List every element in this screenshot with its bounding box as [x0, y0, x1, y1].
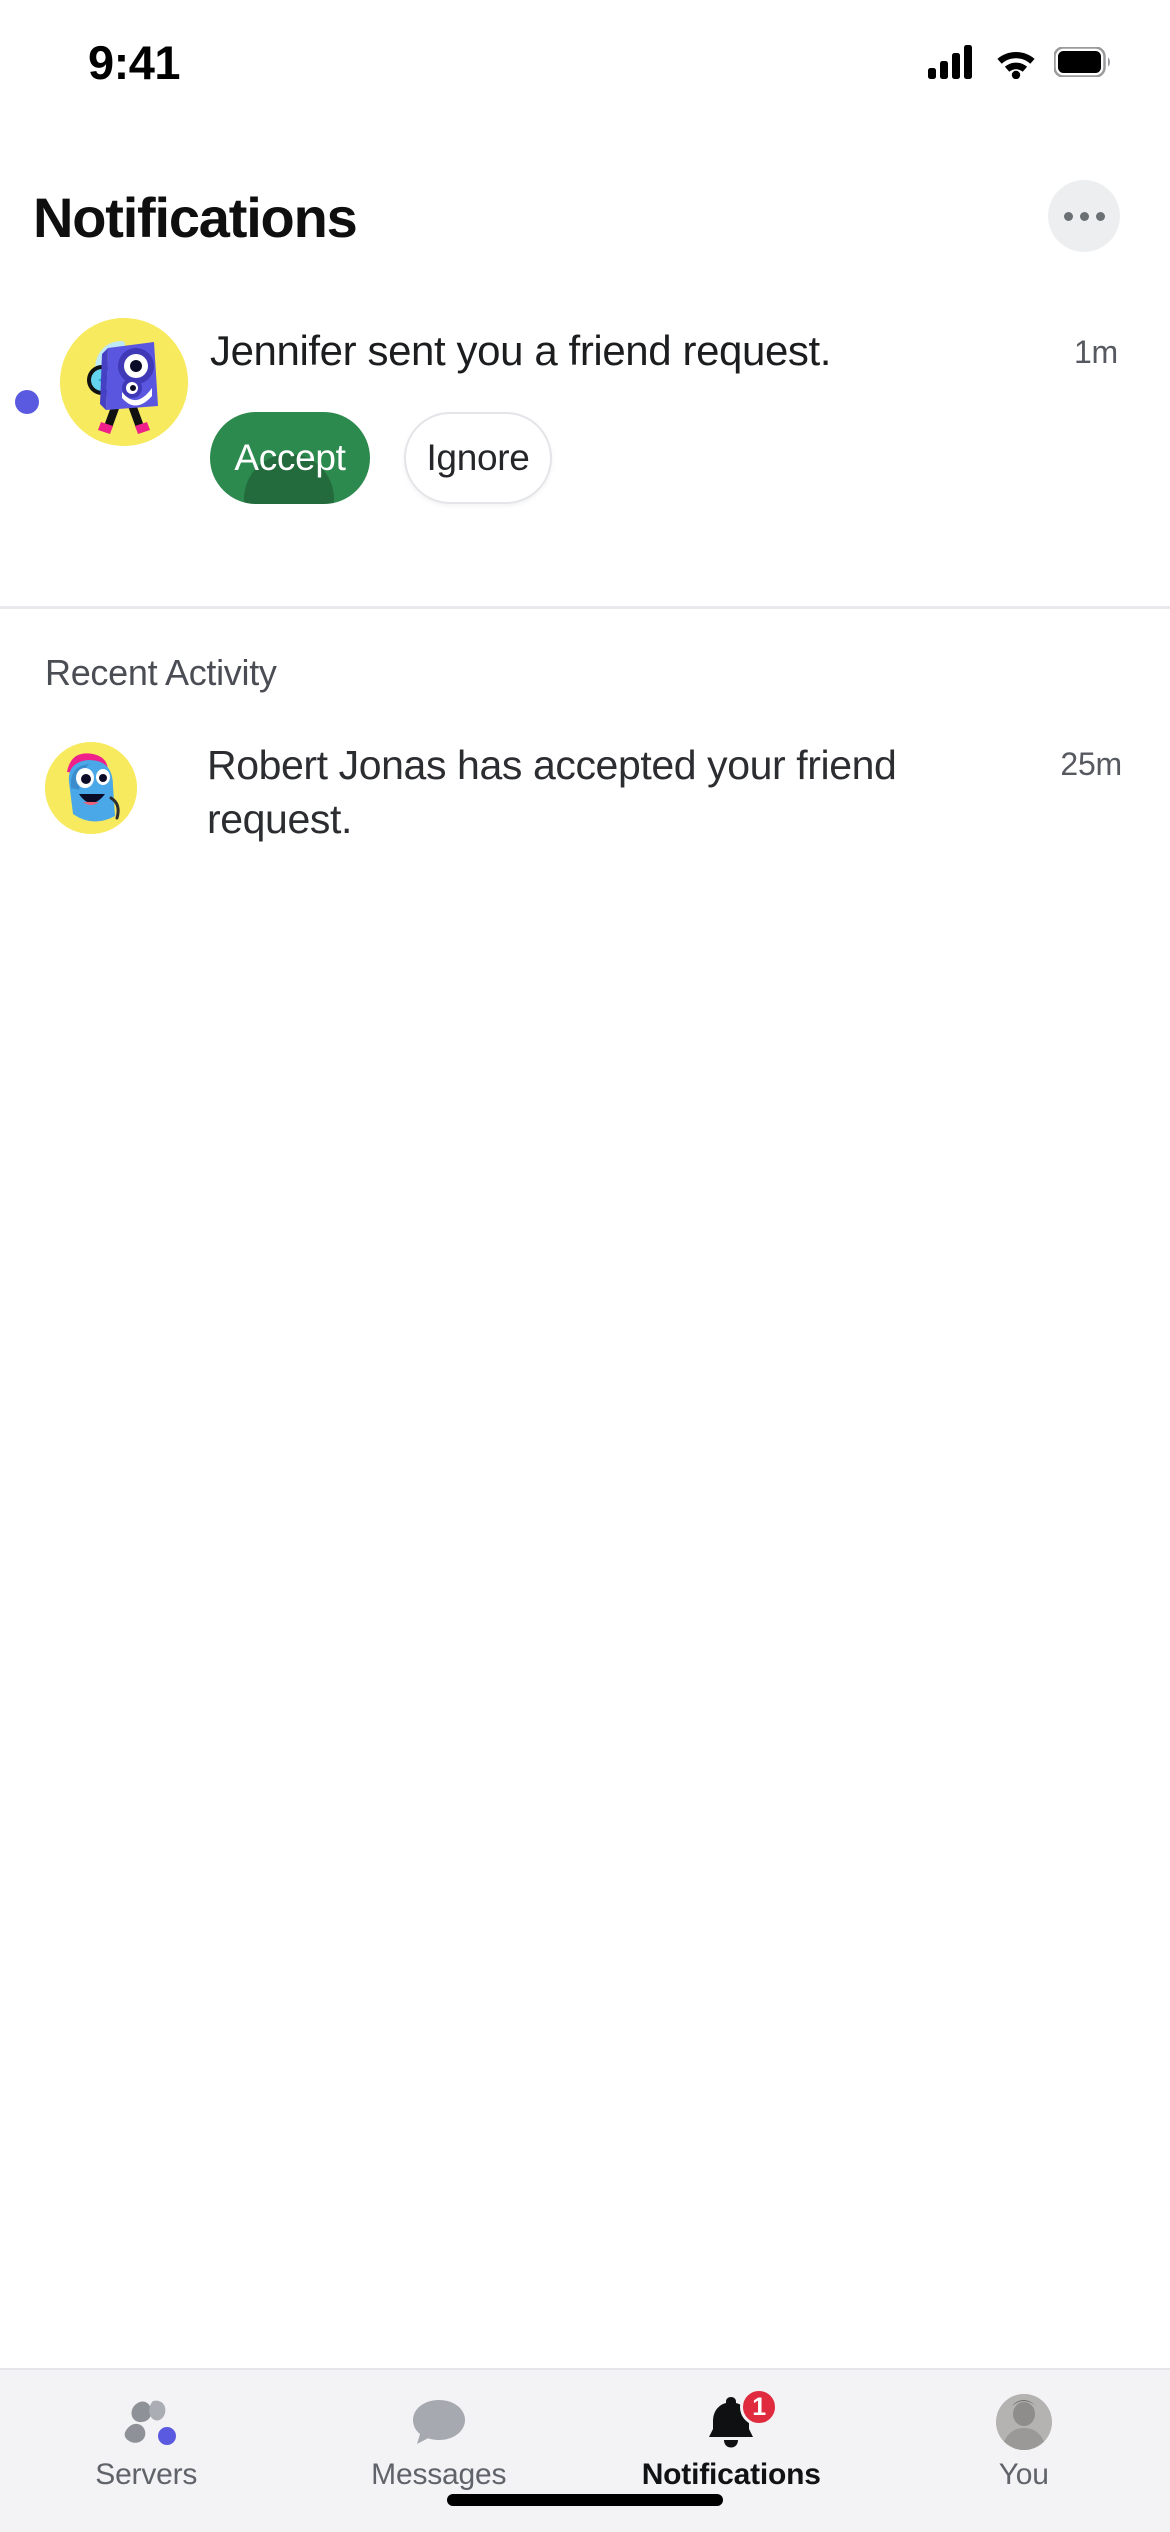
avatar: [995, 2394, 1052, 2450]
servers-icon: [115, 2394, 180, 2450]
avatar[interactable]: [60, 318, 188, 446]
list-item-body: Robert Jonas has accepted your friend re…: [137, 738, 1170, 846]
tab-messages[interactable]: Messages: [293, 2370, 586, 2492]
friend-request-row: Jennifer sent you a friend request. 1m A…: [0, 318, 1170, 504]
tab-you-label: You: [998, 2458, 1049, 2491]
accept-button-label: Accept: [234, 436, 346, 478]
list-item[interactable]: Robert Jonas has accepted your friend re…: [0, 738, 1170, 846]
tab-messages-label: Messages: [371, 2458, 507, 2491]
status-bar-icons: [928, 45, 1112, 79]
status-bar-time: 9:41: [88, 35, 181, 89]
recent-activity-title: Recent Activity: [45, 652, 277, 693]
bell-icon: 1: [700, 2388, 779, 2450]
page-title: Notifications: [33, 186, 358, 249]
more-horizontal-icon-dot3: [1095, 211, 1105, 221]
notifications-badge-count: 1: [740, 2388, 779, 2426]
friend-request-avatar-wrap: [60, 318, 210, 446]
section-divider: [0, 606, 1170, 609]
wifi-icon: [994, 46, 1038, 79]
bottom-tab-bar: Servers Messages 1 Notifications You: [0, 2368, 1170, 2532]
status-bar: 9:41: [0, 0, 1170, 110]
servers-badge-dot: [155, 2424, 180, 2448]
more-horizontal-icon: [1063, 211, 1073, 221]
more-options-button[interactable]: [1048, 180, 1120, 252]
home-indicator: [447, 2494, 723, 2506]
ignore-button[interactable]: Ignore: [404, 411, 552, 504]
user-avatar-icon: [993, 2394, 1055, 2450]
page-header: Notifications: [0, 168, 1170, 288]
messages-icon: [408, 2394, 470, 2450]
friend-request-body: Jennifer sent you a friend request. 1m A…: [210, 318, 1170, 504]
friend-request-message: Jennifer sent you a friend request.: [210, 327, 832, 374]
activity-message: Robert Jonas has accepted your friend re…: [207, 742, 897, 843]
cellular-signal-icon: [928, 45, 978, 79]
activity-timestamp: 25m: [1060, 746, 1122, 782]
ignore-button-label: Ignore: [426, 436, 530, 478]
more-horizontal-icon-dot2: [1079, 211, 1089, 221]
tab-servers[interactable]: Servers: [0, 2370, 293, 2492]
avatar[interactable]: [45, 742, 137, 834]
tab-servers-label: Servers: [95, 2458, 198, 2491]
unread-indicator-dot: [15, 390, 39, 414]
friend-request-headline: Jennifer sent you a friend request. 1m: [210, 324, 1170, 378]
friend-request-notification[interactable]: Jennifer sent you a friend request. 1m A…: [0, 318, 1170, 504]
battery-full-icon: [1054, 47, 1112, 77]
recent-activity-section: Recent Activity Robert Jonas has accepte…: [0, 652, 1170, 846]
tab-you[interactable]: You: [878, 2370, 1170, 2492]
tab-notifications[interactable]: 1 Notifications: [585, 2370, 878, 2492]
friend-request-actions: Accept Ignore: [210, 411, 1170, 504]
accept-button[interactable]: Accept: [210, 411, 370, 504]
friend-request-timestamp: 1m: [1073, 334, 1118, 370]
tab-notifications-label: Notifications: [641, 2458, 821, 2491]
